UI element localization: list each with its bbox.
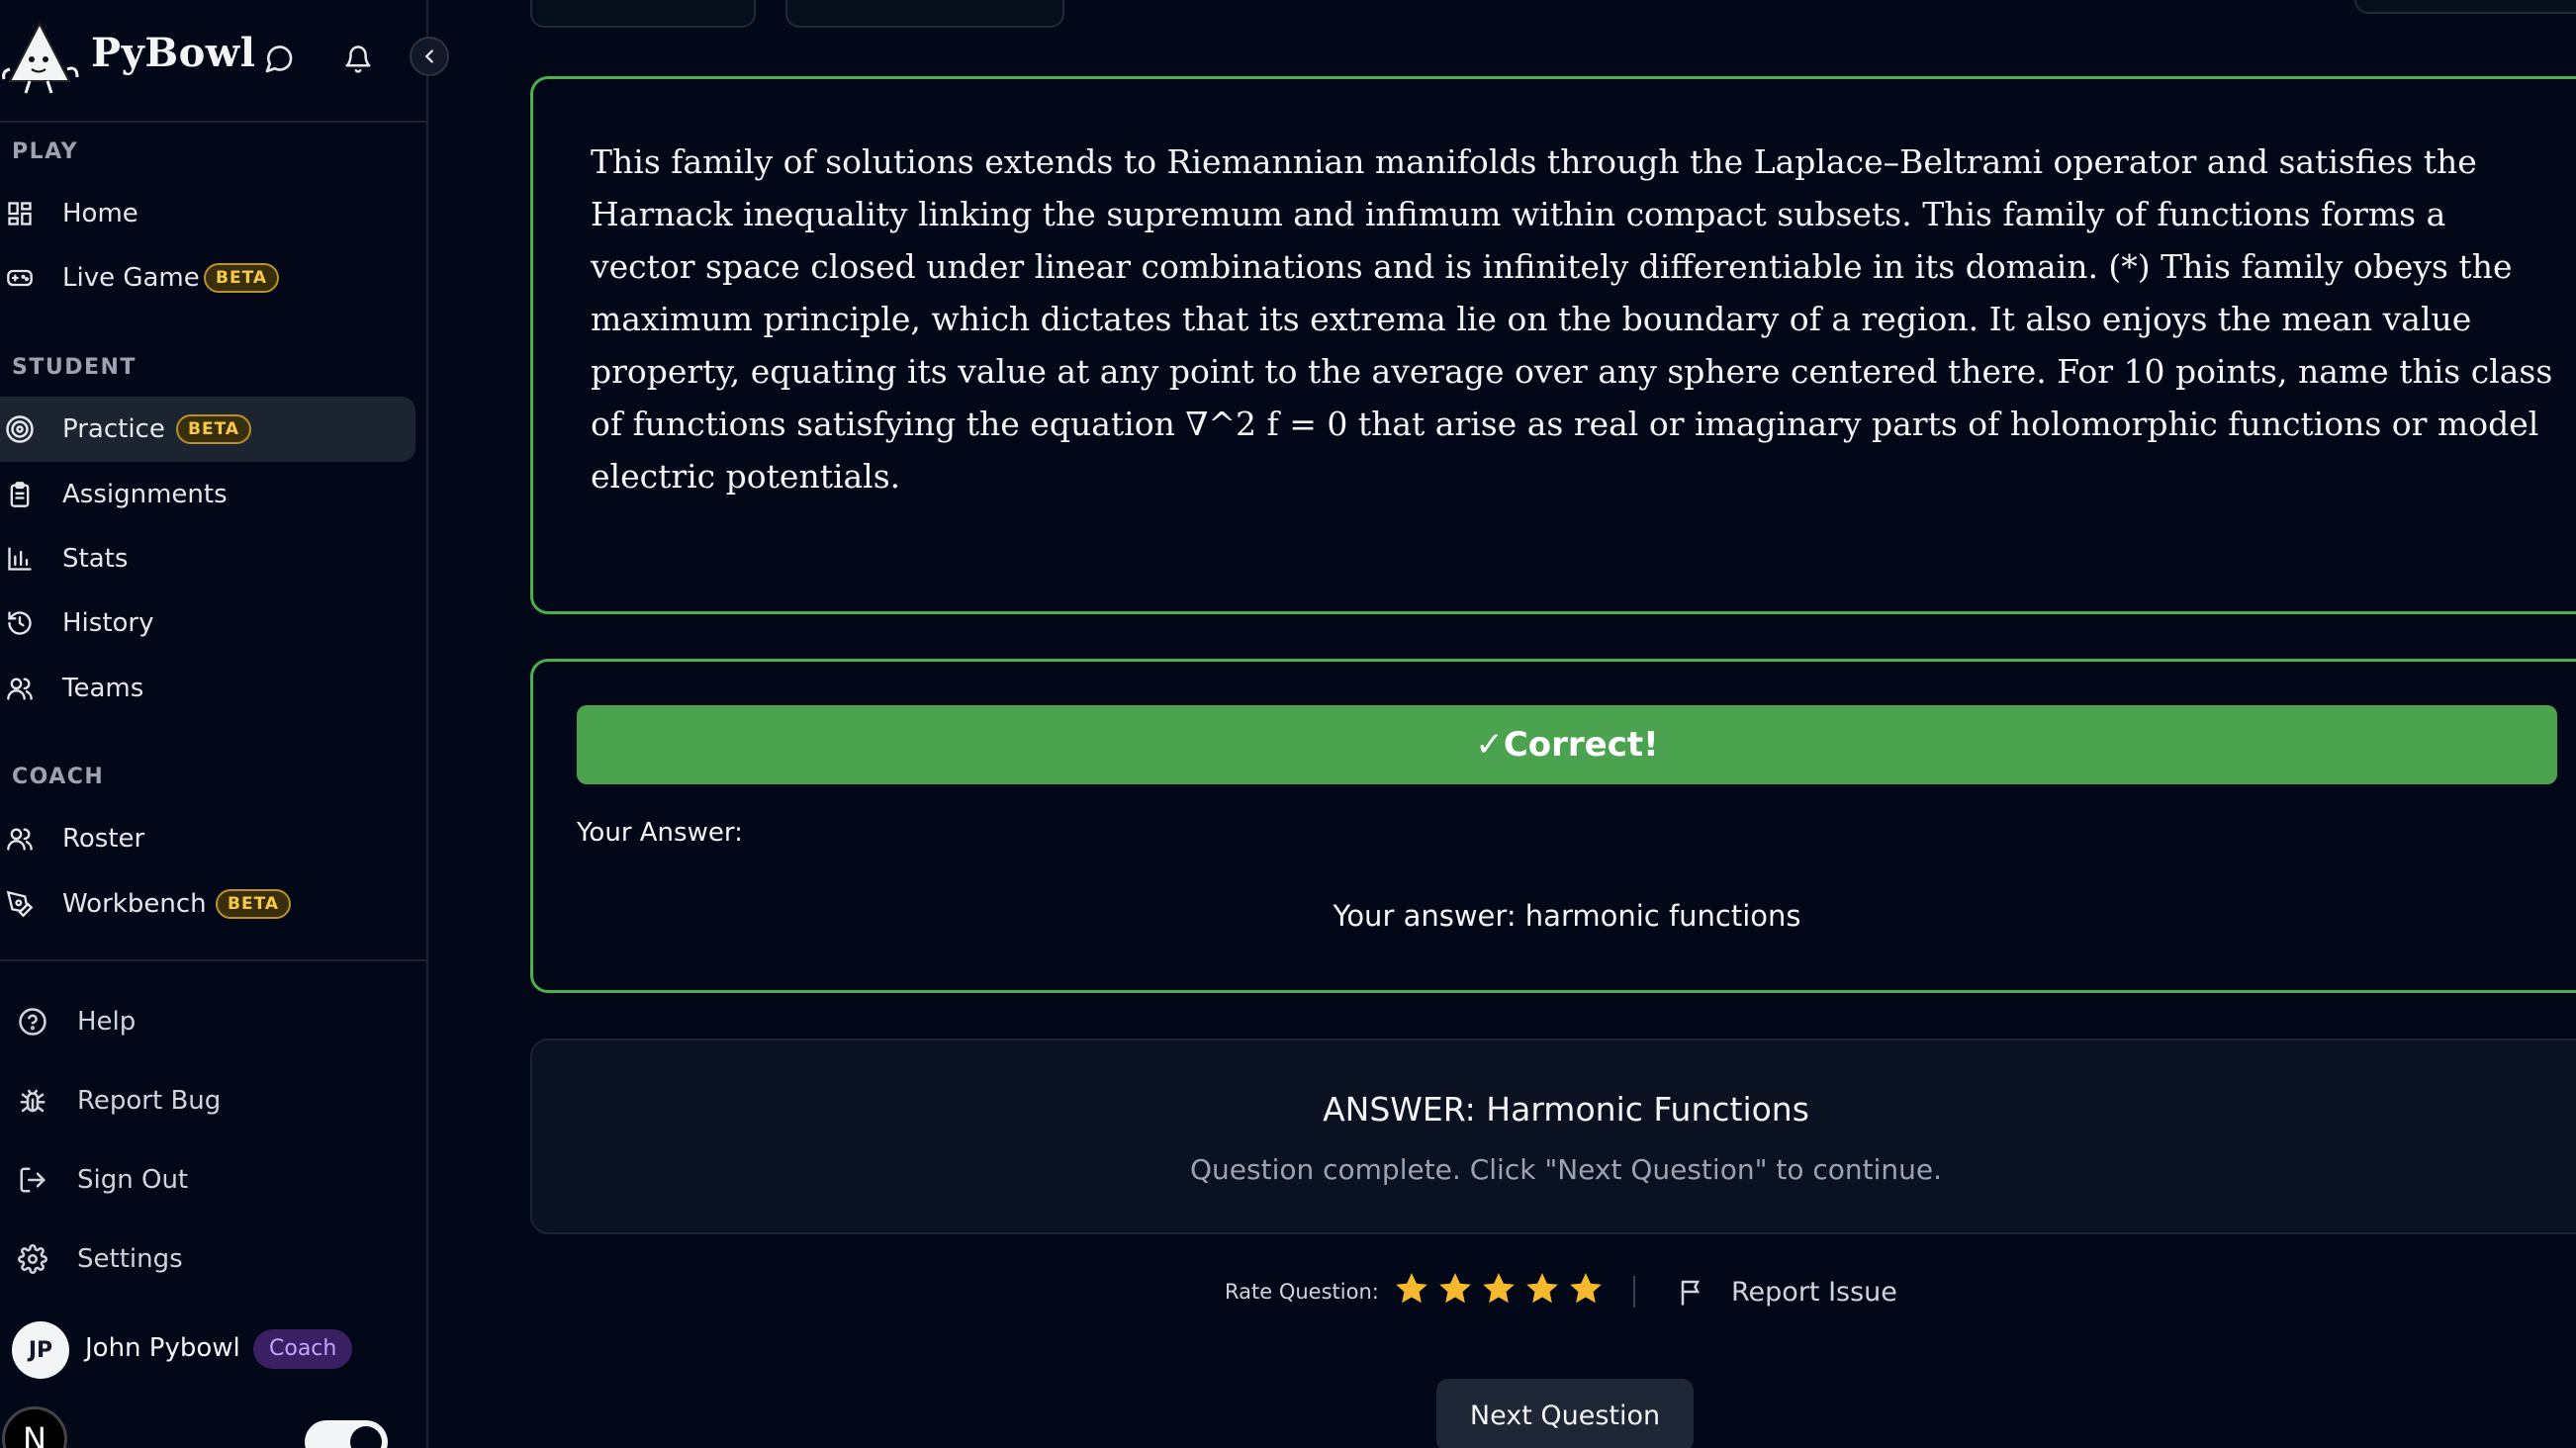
top-tab-far[interactable] — [2354, 0, 2576, 14]
history-icon — [4, 607, 36, 639]
flag-icon — [1681, 1280, 1701, 1306]
sidebar-item-label: Help — [77, 1007, 137, 1037]
section-title-coach: COACH — [12, 765, 105, 789]
sidebar-item-label: Sign Out — [77, 1165, 189, 1195]
answer-title: ANSWER: Harmonic Functions — [1323, 1090, 1809, 1129]
sidebar-item-label: Home — [62, 199, 138, 228]
sidebar-item-label: Assignments — [62, 480, 228, 509]
help-circle-icon — [16, 1005, 49, 1039]
sidebar-item-live-game[interactable]: Live Game BETA — [0, 245, 415, 311]
rating-divider — [1633, 1276, 1635, 1308]
toggle-knob — [350, 1426, 382, 1448]
sidebar-item-help[interactable]: Help — [0, 992, 415, 1051]
question-card: This family of solutions extends to Riem… — [530, 76, 2576, 614]
top-tab-left[interactable] — [530, 0, 756, 28]
sidebar-item-home[interactable]: Home — [0, 181, 415, 246]
sidebar-item-settings[interactable]: Settings — [0, 1229, 415, 1289]
pybowl-logo-icon — [2, 21, 79, 94]
brand-header: PyBowl — [0, 0, 428, 123]
your-answer-label: Your Answer: — [577, 818, 743, 848]
sidebar-item-label: Settings — [77, 1244, 183, 1274]
clipboard-icon — [4, 479, 36, 510]
section-title-play: PLAY — [12, 139, 78, 164]
user-name: John Pybowl — [85, 1333, 240, 1363]
grid-icon — [4, 198, 36, 229]
pen-tool-icon — [4, 888, 36, 920]
rate-question-label: Rate Question: — [1225, 1280, 1379, 1304]
sidebar-item-label: Practice — [62, 414, 165, 444]
sidebar-divider — [0, 959, 428, 961]
theme-toggle[interactable] — [305, 1420, 388, 1448]
star-rating[interactable] — [1393, 1270, 1605, 1308]
sidebar-item-label: Roster — [62, 824, 145, 854]
your-answer-value: Your answer: harmonic functions — [1333, 899, 1801, 933]
sidebar-item-label: Teams — [62, 674, 144, 703]
section-title-student: STUDENT — [12, 355, 137, 380]
next-question-button[interactable]: Next Question — [1436, 1379, 1694, 1448]
bug-icon — [16, 1084, 49, 1118]
top-tab-right[interactable] — [785, 0, 1064, 28]
sidebar-item-sign-out[interactable]: Sign Out — [0, 1150, 415, 1210]
target-icon — [4, 413, 36, 445]
sidebar-item-practice[interactable]: Practice BETA — [0, 397, 415, 462]
beta-badge: BETA — [216, 889, 292, 919]
star-icon[interactable] — [1393, 1270, 1430, 1308]
beta-badge: BETA — [204, 263, 280, 293]
sidebar-item-label: Workbench — [62, 889, 207, 919]
collapse-sidebar-button[interactable] — [410, 37, 449, 76]
sidebar-item-stats[interactable]: Stats — [0, 526, 415, 591]
result-card: ✓Correct! Your Answer: Your answer: harm… — [530, 659, 2576, 993]
star-icon[interactable] — [1523, 1270, 1561, 1308]
star-icon[interactable] — [1436, 1270, 1474, 1308]
gear-icon — [16, 1242, 49, 1276]
sidebar-item-roster[interactable]: Roster — [0, 806, 415, 871]
avatar[interactable]: JP — [12, 1321, 69, 1379]
question-text: This family of solutions extends to Riem… — [591, 142, 2553, 496]
report-issue-button[interactable]: Report Issue — [1678, 1274, 1897, 1310]
sidebar-item-label: History — [62, 608, 154, 638]
bar-chart-icon — [4, 543, 36, 575]
sidebar-item-assignments[interactable]: Assignments — [0, 462, 415, 527]
sidebar-item-teams[interactable]: Teams — [0, 656, 415, 721]
role-badge: Coach — [253, 1329, 353, 1369]
answer-subtitle: Question complete. Click "Next Question"… — [1189, 1153, 1943, 1186]
chat-icon[interactable] — [259, 40, 299, 79]
answer-card: ANSWER: Harmonic Functions Question comp… — [530, 1039, 2576, 1234]
chevron-left-icon — [424, 49, 433, 63]
sidebar: PyBowl PLAY Home Live Game BETA STUDENT … — [0, 0, 428, 1448]
users-icon — [4, 673, 36, 704]
gamepad-icon — [4, 262, 36, 294]
sidebar-item-label: Stats — [62, 544, 129, 574]
brand-name: PyBowl — [91, 30, 256, 76]
n-badge-icon[interactable]: N — [2, 1406, 67, 1448]
star-icon[interactable] — [1480, 1270, 1518, 1308]
sidebar-item-label: Live Game — [62, 263, 200, 293]
sidebar-item-history[interactable]: History — [0, 590, 415, 656]
sidebar-item-workbench[interactable]: Workbench BETA — [0, 871, 415, 937]
beta-badge: BETA — [176, 414, 252, 444]
log-out-icon — [16, 1163, 49, 1197]
users-icon — [4, 823, 36, 855]
bell-icon[interactable] — [338, 40, 378, 79]
sidebar-item-report-bug[interactable]: Report Bug — [0, 1071, 415, 1131]
star-icon[interactable] — [1567, 1270, 1605, 1308]
correct-banner: ✓Correct! — [577, 705, 2557, 784]
sidebar-item-label: Report Bug — [77, 1086, 222, 1116]
report-issue-label: Report Issue — [1731, 1276, 1897, 1308]
